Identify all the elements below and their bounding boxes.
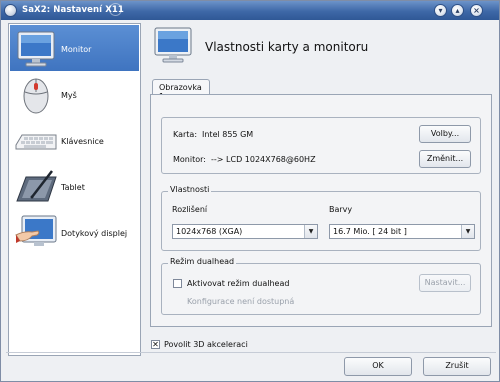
monitor-value: --> LCD 1024X768@60HZ: [211, 155, 316, 164]
dualhead-note: Konfigurace není dostupná: [187, 297, 295, 306]
card-group: Karta: Intel 855 GM Monitor: --> LCD 102…: [161, 117, 481, 174]
sidebar-item-label: Klávesnice: [61, 137, 104, 146]
resolution-select[interactable]: 1024x768 (XGA) ▼: [172, 224, 318, 239]
chevron-down-icon[interactable]: ▾: [434, 4, 447, 17]
tablet-icon: [16, 170, 57, 202]
colors-value: 16.7 Mio. [ 24 bit ]: [333, 227, 407, 236]
chevron-up-icon[interactable]: ▴: [451, 4, 464, 17]
resolution-label: Rozlišení: [172, 205, 208, 214]
monitor-icon: [154, 27, 192, 63]
3d-acceleration-checkbox[interactable]: ✕: [151, 340, 160, 349]
sidebar-item-keyboard[interactable]: Klávesnice: [10, 117, 139, 163]
properties-group: Vlastnosti Rozlišení 1024x768 (XGA) ▼ Ba…: [161, 185, 481, 251]
sidebar-item-tablet[interactable]: Tablet: [10, 163, 139, 209]
card-label: Karta:: [173, 130, 198, 139]
touchscreen-icon: [15, 215, 57, 246]
3d-acceleration-label: Povolit 3D akceleraci: [164, 340, 248, 349]
tab-panel: Karta: Intel 855 GM Monitor: --> LCD 102…: [150, 94, 492, 327]
monitor-icon: [17, 31, 55, 67]
sax2-window: SaX2: Nastavení X11 ▾ ▴ × Monitor Myš Kl…: [0, 0, 500, 382]
close-icon[interactable]: ×: [470, 4, 483, 17]
colors-label: Barvy: [329, 205, 353, 214]
dualhead-group-title: Režim dualhead: [168, 257, 237, 266]
page-title: Vlastnosti karty a monitoru: [205, 40, 369, 54]
dualhead-checkbox-label: Aktivovat režim dualhead: [187, 279, 290, 288]
options-button[interactable]: Volby...: [419, 125, 471, 143]
dualhead-settings-button[interactable]: Nastavit...: [419, 274, 471, 292]
sidebar-item-label: Monitor: [61, 45, 92, 54]
window-decoration-icon: [109, 3, 122, 16]
sidebar-item-label: Dotykový displej: [61, 229, 128, 238]
monitor-label: Monitor:: [173, 155, 206, 164]
dualhead-group: Režim dualhead Aktivovat režim dualhead …: [161, 257, 481, 315]
ok-button[interactable]: OK: [344, 357, 412, 376]
colors-select[interactable]: 16.7 Mio. [ 24 bit ] ▼: [329, 224, 475, 239]
dualhead-checkbox[interactable]: [173, 279, 182, 288]
properties-group-title: Vlastnosti: [168, 185, 212, 194]
title-bar[interactable]: SaX2: Nastavení X11 ▾ ▴ ×: [1, 1, 499, 20]
card-value: Intel 855 GM: [202, 130, 254, 139]
sidebar-item-touchscreen[interactable]: Dotykový displej: [10, 209, 139, 255]
sidebar-item-label: Myš: [61, 91, 77, 100]
cancel-button[interactable]: Zrušit: [423, 357, 491, 376]
resolution-value: 1024x768 (XGA): [176, 227, 243, 236]
category-sidebar: Monitor Myš Klávesnice Tablet Dotykový d…: [8, 23, 141, 356]
change-monitor-button[interactable]: Změnit...: [419, 150, 471, 168]
tab-screen-1[interactable]: Obrazovka 1: [152, 79, 210, 101]
chevron-down-icon[interactable]: ▼: [461, 225, 474, 238]
sidebar-item-mouse[interactable]: Myš: [10, 71, 139, 117]
divider: [6, 352, 496, 353]
sidebar-item-monitor[interactable]: Monitor: [10, 25, 139, 71]
sidebar-item-label: Tablet: [61, 183, 85, 192]
chevron-down-icon[interactable]: ▼: [304, 225, 317, 238]
mouse-icon: [23, 78, 49, 114]
app-menu-icon[interactable]: [4, 4, 17, 17]
keyboard-icon: [15, 134, 57, 150]
